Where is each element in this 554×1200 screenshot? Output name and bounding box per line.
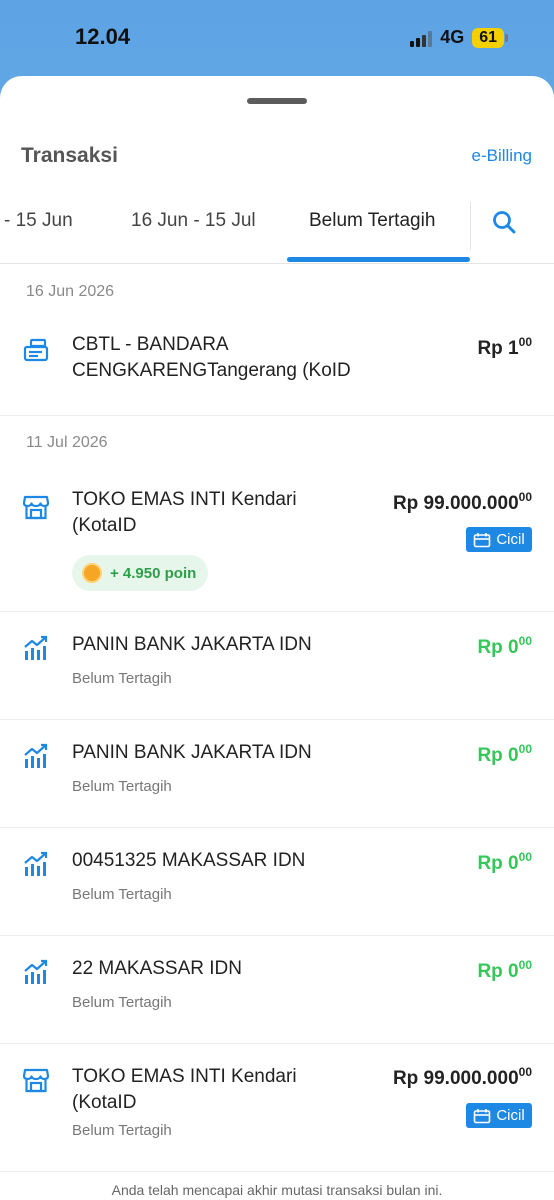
amount-value: Rp 99.000.000	[392, 493, 519, 514]
transaction-title: TOKO EMAS INTI Kendari (KotaID	[72, 1064, 297, 1116]
list-item[interactable]: 00451325 MAKASSAR IDN Belum Tertagih Rp …	[0, 828, 554, 936]
transaction-title-line1: TOKO EMAS INTI Kendari	[72, 489, 297, 510]
amount-cents: 00	[518, 634, 532, 648]
receipt-icon	[23, 338, 49, 362]
cicil-button[interactable]: Cicil	[466, 1103, 532, 1128]
tab-current-period[interactable]: 16 Jun - 15 Jul	[131, 210, 256, 232]
poin-badge: + 4.950 poin	[72, 555, 208, 591]
chart-icon	[24, 743, 48, 768]
tab-unbilled[interactable]: Belum Tertagih	[309, 210, 435, 232]
cicil-button[interactable]: Cicil	[466, 527, 532, 552]
cicil-label: Cicil	[496, 1107, 525, 1124]
chart-icon	[24, 959, 48, 984]
active-tab-indicator	[287, 257, 470, 262]
amount-cents: 00	[518, 490, 532, 504]
coin-icon	[82, 563, 102, 583]
transactions-sheet: Transaksi e-Billing - 15 Jun 16 Jun - 15…	[0, 76, 554, 1200]
search-icon[interactable]	[490, 208, 518, 236]
list-item[interactable]: PANIN BANK JAKARTA IDN Belum Tertagih Rp…	[0, 720, 554, 828]
list-item[interactable]: CBTL - BANDARA CENGKARENGTangerang (KoID…	[0, 315, 554, 416]
amount-value: Rp 1	[477, 338, 519, 359]
calendar-icon	[474, 532, 491, 547]
amount-cents: 00	[518, 958, 532, 972]
sheet-drag-handle[interactable]	[247, 98, 307, 104]
cicil-label: Cicil	[496, 531, 525, 548]
amount-value: Rp 0	[477, 745, 519, 766]
store-icon	[22, 1068, 50, 1093]
status-time: 12.04	[75, 24, 131, 49]
status-bar: 12.04 4G 61	[0, 0, 554, 76]
transaction-title-line2: (KotaID	[72, 515, 137, 536]
store-icon	[22, 495, 50, 520]
tab-previous-period[interactable]: - 15 Jun	[4, 210, 73, 232]
transaction-status: Belum Tertagih	[72, 670, 172, 687]
transaction-title-line1: TOKO EMAS INTI Kendari	[72, 1066, 297, 1087]
transaction-status: Belum Tertagih	[72, 1122, 172, 1139]
transaction-title: TOKO EMAS INTI Kendari (KotaID	[72, 487, 297, 539]
transaction-amount: Rp 100	[477, 335, 532, 360]
calendar-icon	[474, 1108, 491, 1123]
list-item[interactable]: TOKO EMAS INTI Kendari (KotaID Belum Ter…	[0, 1044, 554, 1172]
transaction-title: PANIN BANK JAKARTA IDN	[72, 634, 312, 655]
amount-cents: 00	[518, 850, 532, 864]
transaction-status: Belum Tertagih	[72, 994, 172, 1011]
transaction-title: 22 MAKASSAR IDN	[72, 958, 242, 979]
date-header: 16 Jun 2026	[26, 283, 115, 300]
transaction-title: 00451325 MAKASSAR IDN	[72, 850, 306, 871]
poin-label: + 4.950 poin	[110, 564, 197, 582]
transaction-amount: Rp 000	[477, 958, 532, 983]
list-item[interactable]: 22 MAKASSAR IDN Belum Tertagih Rp 000	[0, 936, 554, 1044]
amount-cents: 00	[518, 335, 532, 349]
battery-icon: 61	[472, 27, 508, 48]
amount-value: Rp 0	[477, 853, 519, 874]
end-of-list-note: Anda telah mencapai akhir mutasi transak…	[111, 1182, 443, 1198]
network-label: 4G	[440, 27, 465, 47]
list-item[interactable]: TOKO EMAS INTI Kendari (KotaID Rp 99.000…	[0, 471, 554, 612]
transaction-title-line1: CBTL - BANDARA	[72, 334, 229, 355]
transaction-status: Belum Tertagih	[72, 778, 172, 795]
page-title: Transaksi	[21, 144, 118, 167]
ebilling-link[interactable]: e-Billing	[472, 146, 532, 166]
transaction-amount: Rp 000	[477, 742, 532, 767]
transaction-title: PANIN BANK JAKARTA IDN	[72, 742, 312, 763]
transaction-status: Belum Tertagih	[72, 886, 172, 903]
amount-value: Rp 0	[477, 961, 519, 982]
transaction-list: 16 Jun 2026 CBTL - BANDARA CENGKARENGTan…	[0, 265, 554, 1172]
list-item[interactable]: PANIN BANK JAKARTA IDN Belum Tertagih Rp…	[0, 612, 554, 720]
transaction-amount: Rp 99.000.00000	[393, 490, 532, 515]
period-tabs: - 15 Jun 16 Jun - 15 Jul Belum Tertagih	[0, 198, 554, 264]
chart-icon	[24, 635, 48, 660]
date-header: 11 Jul 2026	[26, 434, 108, 451]
transaction-amount: Rp 000	[477, 634, 532, 659]
transaction-title: CBTL - BANDARA CENGKARENGTangerang (KoID	[72, 332, 351, 384]
transaction-title-line2: CENGKARENGTangerang (KoID	[72, 360, 351, 381]
transaction-amount: Rp 000	[477, 850, 532, 875]
amount-value: Rp 0	[477, 637, 519, 658]
amount-value: Rp 99.000.000	[392, 1068, 519, 1089]
signal-icon	[410, 29, 433, 47]
tab-divider	[470, 202, 471, 250]
status-indicators: 4G 61	[410, 27, 508, 48]
transaction-title-line2: (KotaID	[72, 1092, 137, 1113]
amount-cents: 00	[518, 1065, 532, 1079]
chart-icon	[24, 851, 48, 876]
amount-cents: 00	[518, 742, 532, 756]
transaction-amount: Rp 99.000.00000	[393, 1065, 532, 1090]
